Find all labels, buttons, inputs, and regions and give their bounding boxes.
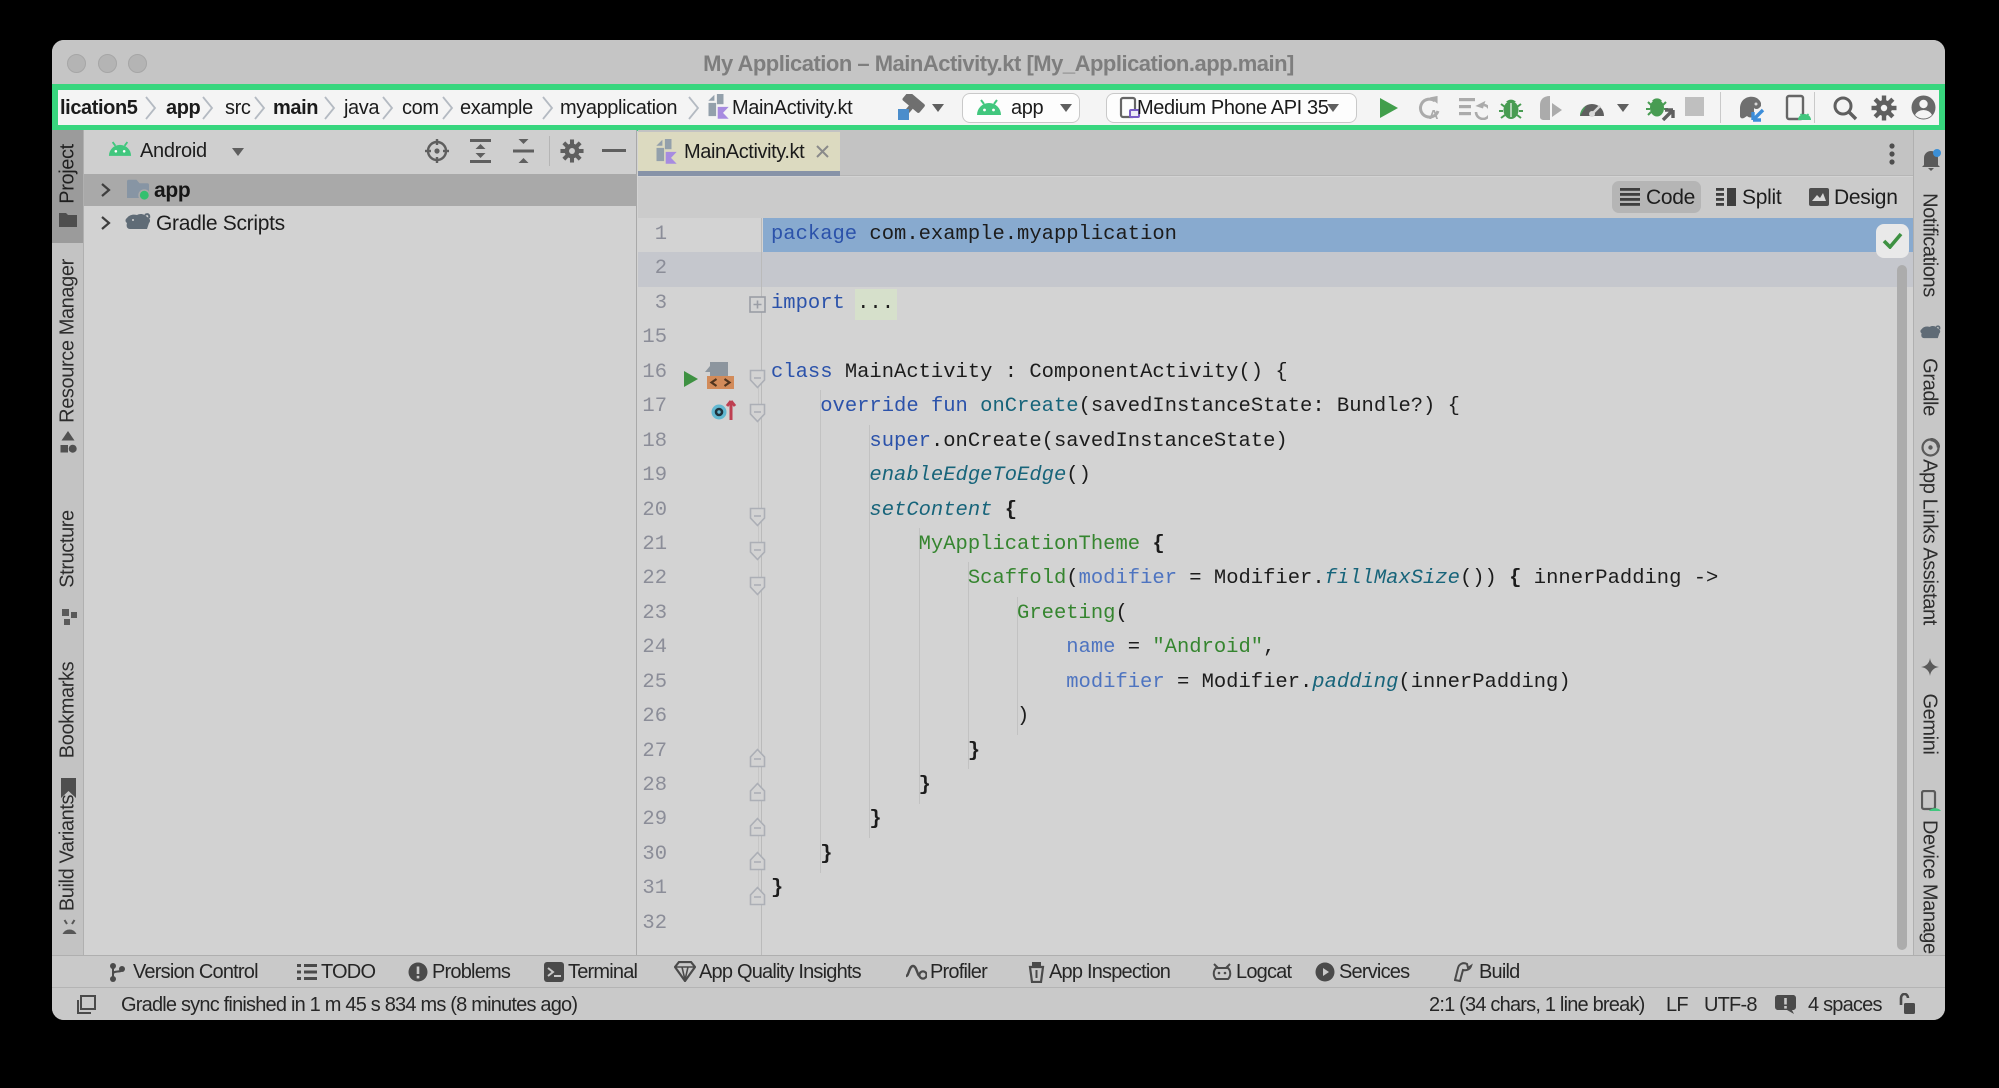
svg-text:A: A	[1429, 107, 1439, 120]
